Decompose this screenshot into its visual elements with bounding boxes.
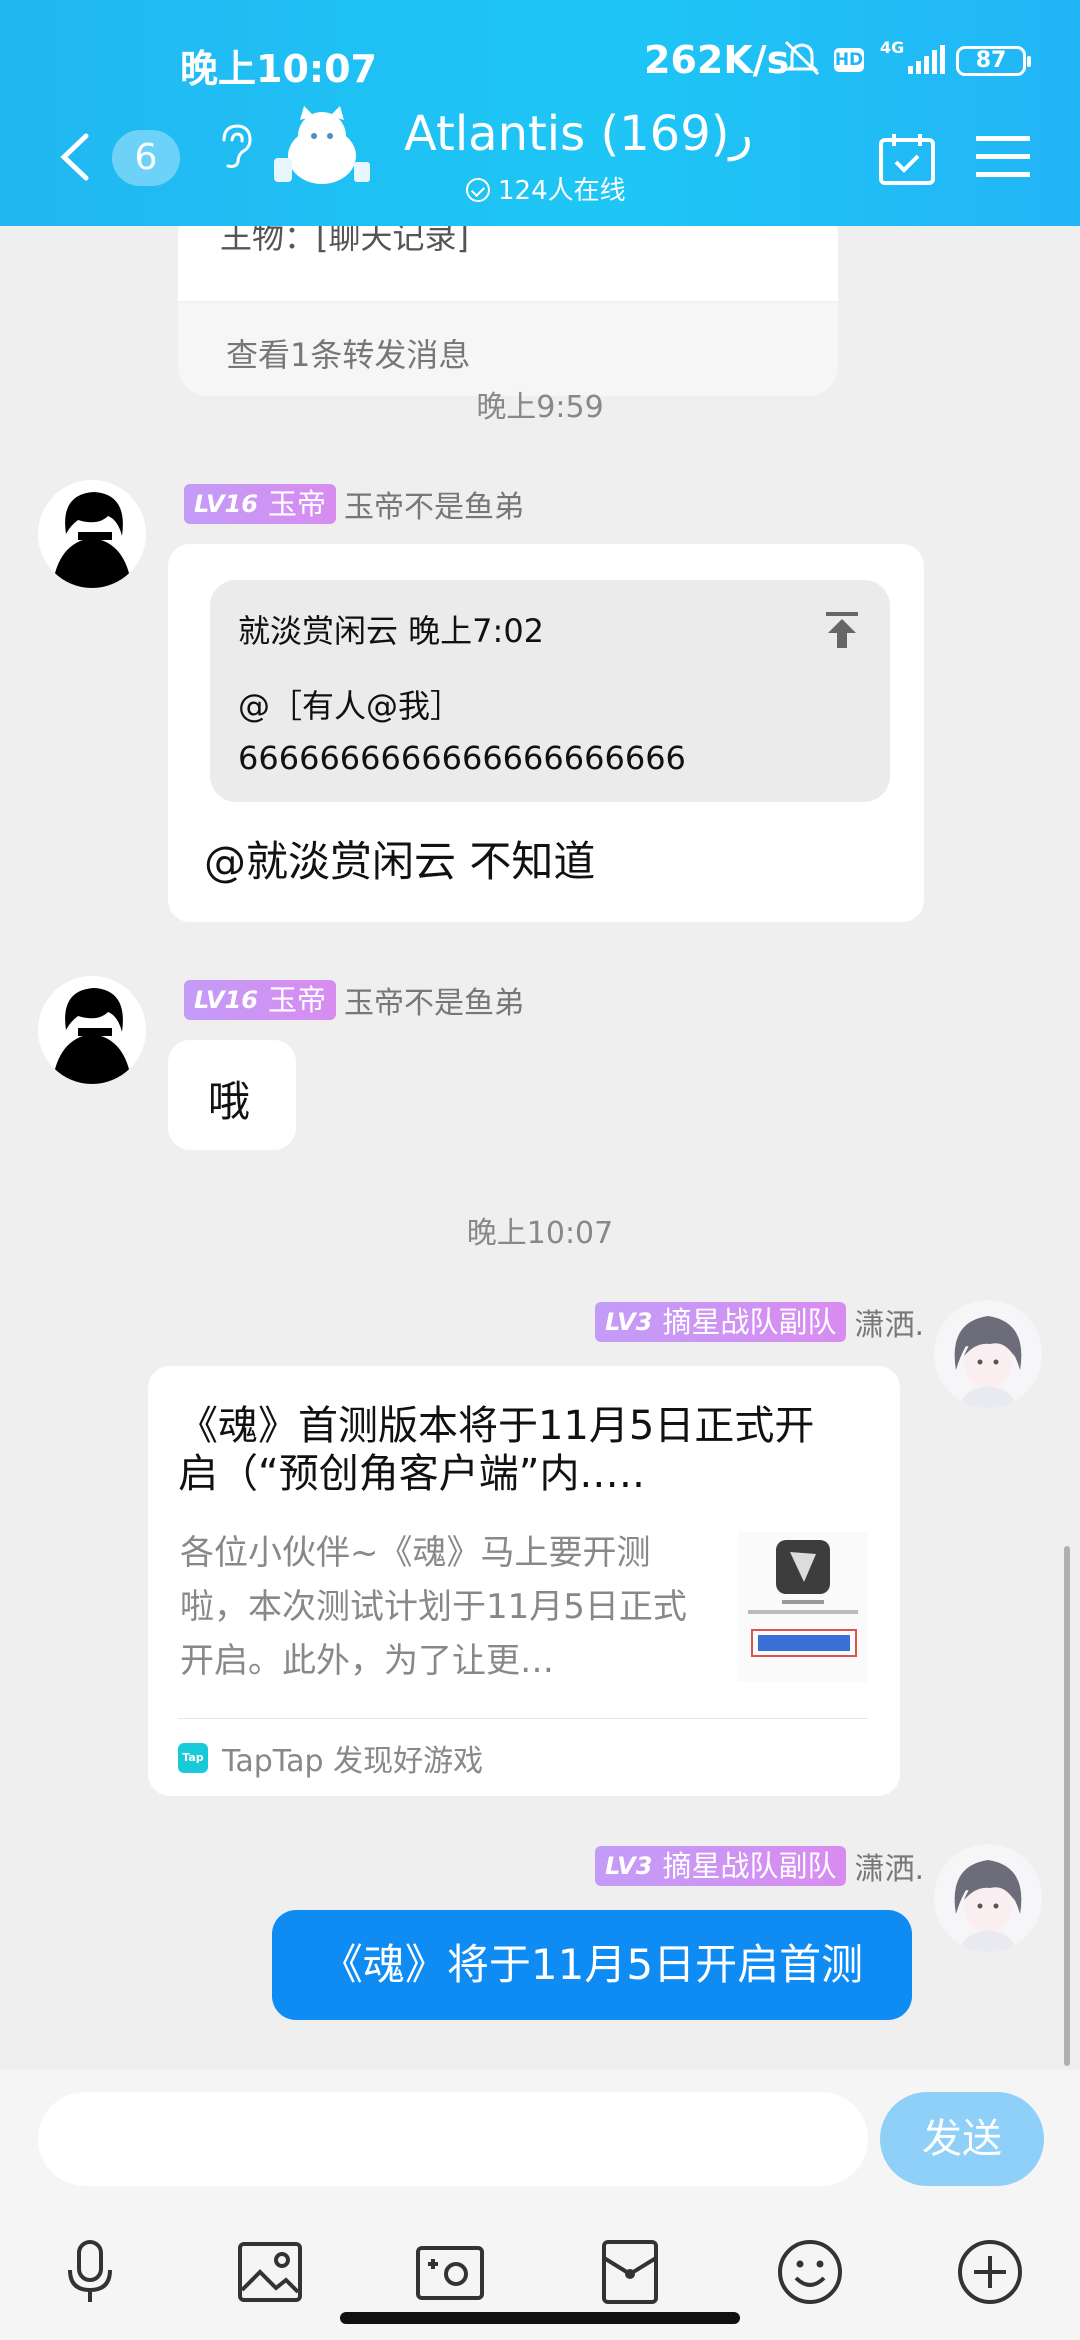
my-avatar[interactable] — [934, 1300, 1042, 1408]
message-bubble[interactable]: 哦 — [168, 1040, 296, 1150]
sender-nickname[interactable]: 潇洒. — [854, 1844, 924, 1888]
message-bubble[interactable]: 就淡赏闲云 晚上7:02 @［有人@我］ 6666666666666666666… — [168, 544, 924, 922]
taptap-icon: Tap — [178, 1743, 208, 1773]
avatar-image — [38, 480, 146, 588]
user-avatar[interactable] — [38, 480, 146, 588]
microphone-icon[interactable] — [54, 2236, 126, 2308]
group-title[interactable]: Atlantis ر(169) — [404, 106, 753, 162]
ear-icon[interactable] — [216, 122, 256, 170]
plus-icon[interactable] — [954, 2236, 1026, 2308]
online-check-icon — [466, 178, 490, 202]
view-forward-link[interactable]: 查看1条转发消息 — [226, 330, 470, 376]
share-card-divider — [178, 1718, 868, 1719]
image-icon[interactable] — [234, 2236, 306, 2308]
share-card-title: 《魂》首测版本将于11月5日正式开启（“预创角客户端”内.…. — [178, 1403, 815, 1497]
share-card-thumbnail — [738, 1532, 868, 1682]
sender-nickname[interactable]: 潇洒. — [854, 1300, 924, 1344]
message-text: @就淡赏闲云 不知道 — [204, 837, 596, 886]
unread-count-badge[interactable]: 6 — [112, 130, 180, 186]
send-button[interactable]: 发送 — [880, 2092, 1044, 2186]
sender-nickname[interactable]: 玉帝不是鱼弟 — [344, 978, 524, 1022]
group-avatar[interactable] — [270, 104, 374, 188]
user-avatar[interactable] — [38, 976, 146, 1084]
avatar-image — [38, 976, 146, 1084]
chat-header: 晚上10:07 262K/s HD 4G 87 6 Atlantis ر(169… — [0, 0, 1080, 226]
sender-info: LV3 摘星战队副队 潇洒. — [595, 1844, 924, 1888]
jump-to-top-icon[interactable] — [824, 610, 860, 650]
hd-badge: HD — [834, 48, 864, 72]
share-card[interactable]: 《魂》首测版本将于11月5日正式开启（“预创角客户端”内.…. 各位小伙伴~《魂… — [148, 1366, 900, 1796]
forwarded-messages-card[interactable]: 王物：[聊天记录] 查看1条转发消息 — [178, 226, 838, 396]
timestamp: 晚上9:59 — [476, 390, 604, 425]
back-icon[interactable] — [58, 132, 92, 182]
emoji-icon[interactable] — [774, 2236, 846, 2308]
network-speed: 262K/s — [644, 38, 790, 82]
level-badge: LV16 玉帝 — [184, 980, 336, 1020]
message-bubble[interactable]: 《魂》将于11月5日开启首测 — [272, 1910, 912, 2020]
message-input[interactable] — [38, 2092, 868, 2186]
message-text: 哦 — [208, 1077, 251, 1126]
sender-nickname[interactable]: 玉帝不是鱼弟 — [344, 482, 524, 526]
quote-header: 就淡赏闲云 晚上7:02 — [238, 612, 545, 650]
share-card-description: 各位小伙伴~《魂》马上要开测啦，本次测试计划于11月5日正式开启。此外，为了让更… — [180, 1533, 687, 1681]
network-type: 4G — [880, 38, 905, 57]
level-badge: LV3 摘星战队副队 — [595, 1846, 847, 1886]
quoted-message[interactable]: 就淡赏闲云 晚上7:02 @［有人@我］ 6666666666666666666… — [210, 580, 890, 802]
forward-preview-text: 王物：[聊天记录] — [220, 226, 469, 256]
camera-icon[interactable] — [414, 2236, 486, 2308]
sender-info: LV3 摘星战队副队 潇洒. — [595, 1300, 924, 1344]
home-indicator[interactable] — [340, 2312, 740, 2324]
online-count: 124人在线 — [466, 170, 626, 207]
battery-icon: 87 — [956, 46, 1031, 76]
sender-info: LV16 玉帝 玉帝不是鱼弟 — [184, 482, 524, 526]
sender-info: LV16 玉帝 玉帝不是鱼弟 — [184, 978, 524, 1022]
my-avatar[interactable] — [934, 1844, 1042, 1952]
red-packet-icon[interactable] — [594, 2236, 666, 2308]
status-bar: 晚上10:07 262K/s HD 4G 87 — [0, 30, 1080, 91]
mute-icon — [784, 40, 820, 76]
chat-scrollbar[interactable] — [1064, 1546, 1070, 2066]
status-time: 晚上10:07 — [180, 47, 377, 91]
timestamp: 晚上10:07 — [466, 1216, 614, 1251]
avatar-image — [934, 1844, 1042, 1952]
signal-icon — [908, 45, 945, 74]
chat-area[interactable]: 王物：[聊天记录] 查看1条转发消息 晚上9:59 LV16 玉帝 玉帝不是鱼弟 … — [0, 226, 1080, 2070]
level-badge: LV16 玉帝 — [184, 484, 336, 524]
avatar-image — [934, 1300, 1042, 1408]
input-bar: 发送 — [0, 2070, 1080, 2340]
calendar-check-icon[interactable] — [878, 132, 936, 186]
quote-body: @［有人@我］ 6666666666666666666666 — [238, 687, 686, 777]
share-card-source: Tap TapTap 发现好游戏 — [178, 1736, 483, 1780]
level-badge: LV3 摘星战队副队 — [595, 1302, 847, 1342]
menu-icon[interactable] — [976, 134, 1030, 178]
